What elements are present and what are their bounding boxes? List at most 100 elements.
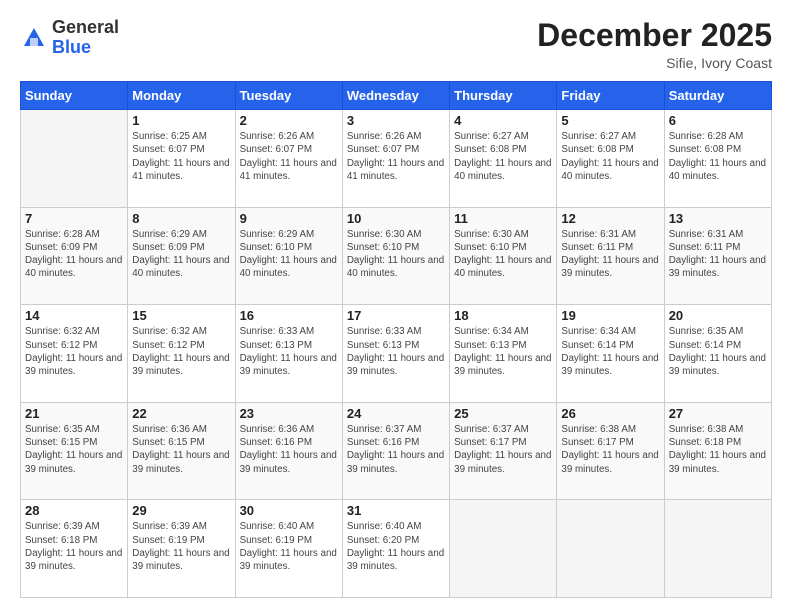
day-info: Sunrise: 6:28 AMSunset: 6:09 PMDaylight:… [25, 228, 123, 281]
table-row: 26 Sunrise: 6:38 AMSunset: 6:17 PMDayligh… [557, 402, 664, 500]
day-info: Sunrise: 6:32 AMSunset: 6:12 PMDaylight:… [132, 325, 230, 378]
day-number: 20 [669, 308, 767, 323]
table-row: 16 Sunrise: 6:33 AMSunset: 6:13 PMDayligh… [235, 305, 342, 403]
table-row: 20 Sunrise: 6:35 AMSunset: 6:14 PMDayligh… [664, 305, 771, 403]
page: General Blue December 2025 Sifie, Ivory … [0, 0, 792, 612]
title-block: December 2025 Sifie, Ivory Coast [537, 18, 772, 71]
day-info: Sunrise: 6:27 AMSunset: 6:08 PMDaylight:… [561, 130, 659, 183]
day-number: 30 [240, 503, 338, 518]
table-row: 3Sunrise: 6:26 AMSunset: 6:07 PMDaylight… [342, 110, 449, 208]
day-number: 22 [132, 406, 230, 421]
table-row: 24Sunrise: 6:37 AMSunset: 6:16 PMDayligh… [342, 402, 449, 500]
day-number: 19 [561, 308, 659, 323]
table-row: 22 Sunrise: 6:36 AMSunset: 6:15 PMDayligh… [128, 402, 235, 500]
day-number: 13 [669, 211, 767, 226]
table-row [450, 500, 557, 598]
day-number: 3 [347, 113, 445, 128]
logo-icon [20, 24, 48, 52]
col-monday: Monday [128, 82, 235, 110]
day-number: 27 [669, 406, 767, 421]
table-row: 5 Sunrise: 6:27 AMSunset: 6:08 PMDaylight… [557, 110, 664, 208]
table-row: 2 Sunrise: 6:26 AMSunset: 6:07 PMDaylight… [235, 110, 342, 208]
day-info: Sunrise: 6:31 AMSunset: 6:11 PMDaylight:… [669, 228, 767, 281]
table-row: 30 Sunrise: 6:40 AMSunset: 6:19 PMDayligh… [235, 500, 342, 598]
day-info: Sunrise: 6:31 AMSunset: 6:11 PMDaylight:… [561, 228, 659, 281]
table-row: 27 Sunrise: 6:38 AMSunset: 6:18 PMDayligh… [664, 402, 771, 500]
table-row: 18 Sunrise: 6:34 AMSunset: 6:13 PMDayligh… [450, 305, 557, 403]
header: General Blue December 2025 Sifie, Ivory … [20, 18, 772, 71]
table-row: 28Sunrise: 6:39 AMSunset: 6:18 PMDayligh… [21, 500, 128, 598]
day-number: 31 [347, 503, 445, 518]
day-info: Sunrise: 6:37 AMSunset: 6:17 PMDaylight:… [454, 423, 552, 476]
day-info: Sunrise: 6:34 AMSunset: 6:13 PMDaylight:… [454, 325, 552, 378]
logo-general-text: General [52, 18, 119, 38]
day-info: Sunrise: 6:40 AMSunset: 6:19 PMDaylight:… [240, 520, 338, 573]
day-info: Sunrise: 6:34 AMSunset: 6:14 PMDaylight:… [561, 325, 659, 378]
table-row: 23Sunrise: 6:36 AMSunset: 6:16 PMDayligh… [235, 402, 342, 500]
day-number: 12 [561, 211, 659, 226]
day-number: 16 [240, 308, 338, 323]
day-number: 5 [561, 113, 659, 128]
table-row [664, 500, 771, 598]
day-info: Sunrise: 6:39 AMSunset: 6:19 PMDaylight:… [132, 520, 230, 573]
day-number: 8 [132, 211, 230, 226]
day-number: 11 [454, 211, 552, 226]
day-number: 10 [347, 211, 445, 226]
day-number: 25 [454, 406, 552, 421]
day-info: Sunrise: 6:36 AMSunset: 6:15 PMDaylight:… [132, 423, 230, 476]
day-number: 18 [454, 308, 552, 323]
logo-blue-text: Blue [52, 38, 119, 58]
day-number: 29 [132, 503, 230, 518]
table-row: 9 Sunrise: 6:29 AMSunset: 6:10 PMDaylight… [235, 207, 342, 305]
calendar-table: Sunday Monday Tuesday Wednesday Thursday… [20, 81, 772, 598]
day-info: Sunrise: 6:35 AMSunset: 6:14 PMDaylight:… [669, 325, 767, 378]
day-number: 9 [240, 211, 338, 226]
table-row: 31Sunrise: 6:40 AMSunset: 6:20 PMDayligh… [342, 500, 449, 598]
day-number: 21 [25, 406, 123, 421]
day-info: Sunrise: 6:38 AMSunset: 6:18 PMDaylight:… [669, 423, 767, 476]
table-row: 10 Sunrise: 6:30 AMSunset: 6:10 PMDayligh… [342, 207, 449, 305]
col-friday: Friday [557, 82, 664, 110]
day-info: Sunrise: 6:27 AMSunset: 6:08 PMDaylight:… [454, 130, 552, 183]
day-info: Sunrise: 6:25 AMSunset: 6:07 PMDaylight:… [132, 130, 230, 183]
day-number: 17 [347, 308, 445, 323]
table-row: 13 Sunrise: 6:31 AMSunset: 6:11 PMDayligh… [664, 207, 771, 305]
day-number: 14 [25, 308, 123, 323]
main-title: December 2025 [537, 18, 772, 53]
day-info: Sunrise: 6:32 AMSunset: 6:12 PMDaylight:… [25, 325, 123, 378]
day-info: Sunrise: 6:33 AMSunset: 6:13 PMDaylight:… [347, 325, 445, 378]
day-info: Sunrise: 6:38 AMSunset: 6:17 PMDaylight:… [561, 423, 659, 476]
day-number: 26 [561, 406, 659, 421]
table-row: 15 Sunrise: 6:32 AMSunset: 6:12 PMDayligh… [128, 305, 235, 403]
day-info: Sunrise: 6:30 AMSunset: 6:10 PMDaylight:… [347, 228, 445, 281]
table-row: 12 Sunrise: 6:31 AMSunset: 6:11 PMDayligh… [557, 207, 664, 305]
col-wednesday: Wednesday [342, 82, 449, 110]
day-number: 2 [240, 113, 338, 128]
day-number: 4 [454, 113, 552, 128]
table-row: 8Sunrise: 6:29 AMSunset: 6:09 PMDaylight… [128, 207, 235, 305]
day-info: Sunrise: 6:33 AMSunset: 6:13 PMDaylight:… [240, 325, 338, 378]
day-info: Sunrise: 6:37 AMSunset: 6:16 PMDaylight:… [347, 423, 445, 476]
table-row: 19 Sunrise: 6:34 AMSunset: 6:14 PMDayligh… [557, 305, 664, 403]
subtitle: Sifie, Ivory Coast [537, 55, 772, 71]
table-row [557, 500, 664, 598]
day-info: Sunrise: 6:28 AMSunset: 6:08 PMDaylight:… [669, 130, 767, 183]
table-row: 6Sunrise: 6:28 AMSunset: 6:08 PMDaylight… [664, 110, 771, 208]
col-saturday: Saturday [664, 82, 771, 110]
col-tuesday: Tuesday [235, 82, 342, 110]
table-row: 1 Sunrise: 6:25 AMSunset: 6:07 PMDaylight… [128, 110, 235, 208]
day-number: 1 [132, 113, 230, 128]
table-row: 21 Sunrise: 6:35 AMSunset: 6:15 PMDayligh… [21, 402, 128, 500]
table-row: 17 Sunrise: 6:33 AMSunset: 6:13 PMDayligh… [342, 305, 449, 403]
table-row: 29 Sunrise: 6:39 AMSunset: 6:19 PMDayligh… [128, 500, 235, 598]
day-info: Sunrise: 6:29 AMSunset: 6:10 PMDaylight:… [240, 228, 338, 281]
table-row [21, 110, 128, 208]
day-info: Sunrise: 6:26 AMSunset: 6:07 PMDaylight:… [240, 130, 338, 183]
day-number: 15 [132, 308, 230, 323]
day-number: 7 [25, 211, 123, 226]
table-row: 14 Sunrise: 6:32 AMSunset: 6:12 PMDayligh… [21, 305, 128, 403]
day-info: Sunrise: 6:30 AMSunset: 6:10 PMDaylight:… [454, 228, 552, 281]
day-info: Sunrise: 6:35 AMSunset: 6:15 PMDaylight:… [25, 423, 123, 476]
day-info: Sunrise: 6:39 AMSunset: 6:18 PMDaylight:… [25, 520, 123, 573]
col-sunday: Sunday [21, 82, 128, 110]
